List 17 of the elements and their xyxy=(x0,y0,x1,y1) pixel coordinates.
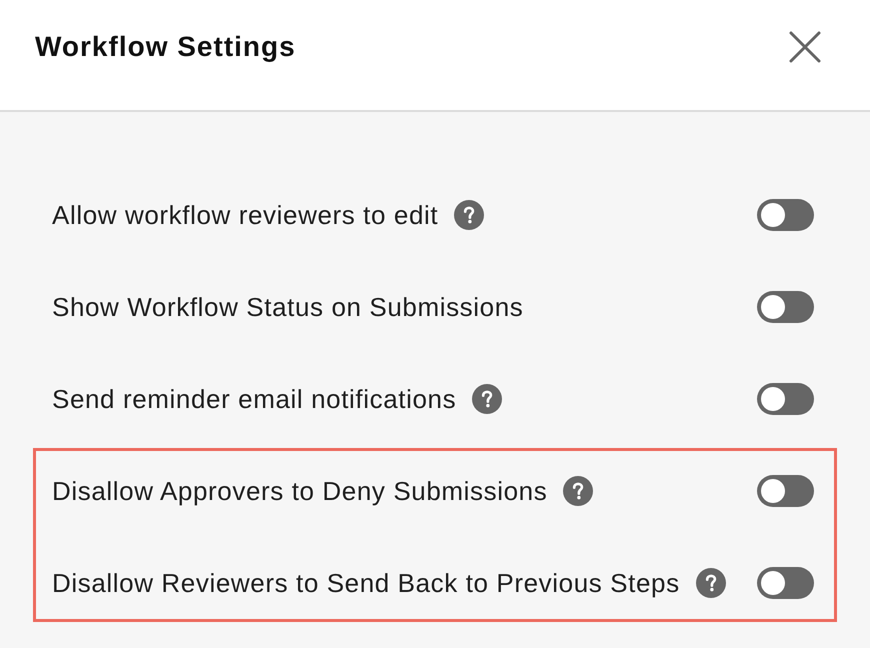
toggle-switch[interactable] xyxy=(757,383,814,415)
help-icon[interactable] xyxy=(563,476,594,506)
help-icon[interactable] xyxy=(472,384,502,414)
close-icon xyxy=(789,31,821,63)
setting-label: Show Workflow Status on Submissions xyxy=(52,291,524,323)
toggle-switch[interactable] xyxy=(757,567,814,599)
toggle-switch[interactable] xyxy=(757,291,814,323)
toggle-switch[interactable] xyxy=(757,199,814,231)
toggle-switch[interactable] xyxy=(757,475,814,507)
setting-label: Disallow Approvers to Deny Submissions xyxy=(52,475,548,507)
help-icon[interactable] xyxy=(454,200,484,230)
help-icon[interactable] xyxy=(696,568,726,598)
setting-label: Send reminder email notifications xyxy=(52,383,456,415)
close-button[interactable] xyxy=(788,30,822,64)
dialog-title: Workflow Settings xyxy=(35,30,296,64)
setting-label: Allow workflow reviewers to edit xyxy=(52,199,438,231)
setting-label: Disallow Reviewers to Send Back to Previous Steps xyxy=(52,567,680,599)
